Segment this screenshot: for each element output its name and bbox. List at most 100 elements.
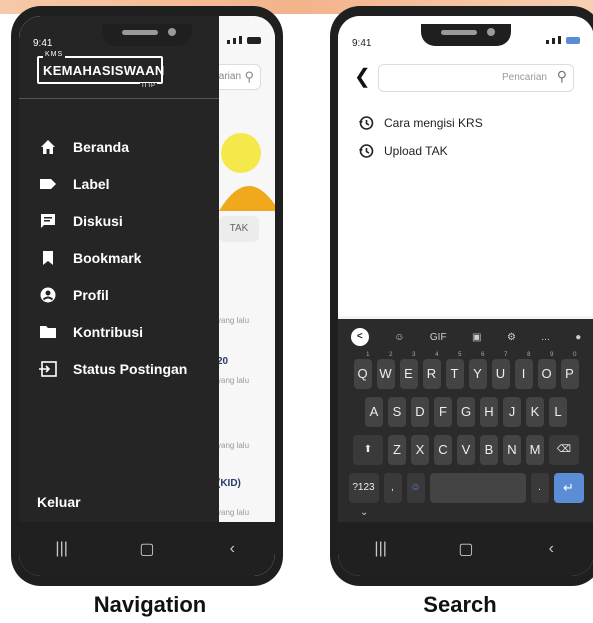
letter-key[interactable]: D bbox=[411, 397, 429, 427]
key-label: Y bbox=[473, 366, 482, 381]
key-label: J bbox=[508, 404, 516, 419]
back-icon[interactable]: ‹ bbox=[212, 540, 252, 558]
logout-button[interactable]: Keluar bbox=[37, 494, 81, 510]
bookmark-icon bbox=[37, 249, 59, 267]
menu-item-status-postingan[interactable]: Status Postingan bbox=[37, 350, 187, 387]
mic-icon[interactable]: ● bbox=[575, 332, 581, 343]
letter-key[interactable]: Q1 bbox=[353, 352, 372, 389]
letter-key[interactable]: H bbox=[480, 397, 498, 427]
logo-sub-text: ITTP bbox=[140, 83, 157, 89]
key-label: H bbox=[484, 404, 494, 419]
menu-item-kontribusi[interactable]: Kontribusi bbox=[37, 313, 187, 350]
back-icon[interactable]: ‹ bbox=[531, 540, 571, 558]
menu-item-label[interactable]: Label bbox=[37, 165, 187, 202]
period-key[interactable]: . bbox=[530, 473, 549, 503]
letter-key[interactable]: B bbox=[480, 435, 498, 465]
keyboard-row-3: ⬆ ZXCVBNM ⌫ bbox=[338, 435, 593, 465]
key-label: Z bbox=[393, 442, 401, 457]
letter-key[interactable]: X bbox=[411, 435, 429, 465]
home-button-icon[interactable]: ▢ bbox=[446, 539, 486, 559]
letter-key[interactable]: Z bbox=[388, 435, 406, 465]
space-key[interactable] bbox=[429, 473, 526, 503]
key-label: E bbox=[404, 366, 413, 381]
letter-key[interactable]: W2 bbox=[376, 352, 395, 389]
letter-key[interactable]: A bbox=[365, 397, 383, 427]
recent-apps-icon[interactable]: ||| bbox=[42, 540, 82, 558]
keyboard-collapse-button[interactable]: < bbox=[350, 328, 369, 346]
menu-item-bookmark[interactable]: Bookmark bbox=[37, 239, 187, 276]
settings-icon[interactable]: ⚙ bbox=[507, 332, 516, 343]
home-button-icon[interactable]: ▢ bbox=[127, 539, 167, 559]
back-arrow-icon[interactable]: ❮ bbox=[354, 64, 371, 89]
gif-button[interactable]: GIF bbox=[430, 332, 447, 343]
search-icon: ⚲ bbox=[556, 68, 567, 84]
menu-item-profil[interactable]: Profil bbox=[37, 276, 187, 313]
menu-label: Diskusi bbox=[73, 212, 123, 229]
menu-label: Bookmark bbox=[73, 249, 142, 266]
letter-key[interactable]: K bbox=[526, 397, 544, 427]
clipboard-icon[interactable]: ▣ bbox=[472, 332, 481, 343]
key-label: T bbox=[450, 366, 459, 381]
letter-key[interactable]: T5 bbox=[445, 352, 464, 389]
feed-item-title[interactable]: (KID) bbox=[217, 478, 241, 489]
letter-key[interactable]: U7 bbox=[491, 352, 510, 389]
recent-search-item[interactable]: Cara mengisi KRS bbox=[358, 115, 483, 131]
letter-key[interactable]: P0 bbox=[560, 352, 579, 389]
backspace-key[interactable]: ⌫ bbox=[549, 435, 579, 465]
android-nav-bar: ||| ▢ ‹ bbox=[19, 522, 275, 576]
on-screen-keyboard: < ☺ GIF ▣ ⚙ ... ● Q1W2E3R4T5Y6U7I8O9P0 A… bbox=[338, 319, 593, 522]
sticker-icon[interactable]: ☺ bbox=[394, 332, 404, 343]
menu-item-beranda[interactable]: Beranda bbox=[37, 128, 187, 165]
letter-key[interactable]: R4 bbox=[422, 352, 441, 389]
letter-key[interactable]: N bbox=[503, 435, 521, 465]
recent-apps-icon[interactable]: ||| bbox=[361, 540, 401, 558]
letter-key[interactable]: J bbox=[503, 397, 521, 427]
search-phone: 9:41 ❮ Pencarian ⚲ Cara mengisi KRS Uplo… bbox=[330, 6, 593, 586]
key-number-hint: 7 bbox=[504, 352, 508, 358]
letter-key[interactable]: O9 bbox=[537, 352, 556, 389]
menu-label: Beranda bbox=[73, 138, 130, 155]
navigation-screen: 9:41 Pencarian ⚲ TAK yang lalu 20 yang l… bbox=[19, 16, 275, 576]
letter-key[interactable]: M bbox=[526, 435, 544, 465]
letter-key[interactable]: G bbox=[457, 397, 475, 427]
symbols-key[interactable]: ?123 bbox=[348, 473, 379, 503]
letter-key[interactable]: E3 bbox=[399, 352, 418, 389]
feed-item-meta: yang lalu bbox=[217, 376, 250, 385]
shift-key[interactable]: ⬆ bbox=[353, 435, 383, 465]
letter-key[interactable]: Y6 bbox=[468, 352, 487, 389]
keyboard-hide-chevron-icon[interactable]: ⌄ bbox=[360, 507, 368, 518]
menu-label: Profil bbox=[73, 286, 109, 303]
letter-key[interactable]: C bbox=[434, 435, 452, 465]
enter-key[interactable]: ↵ bbox=[553, 473, 584, 503]
key-label: O bbox=[541, 366, 552, 381]
phone-notch bbox=[102, 24, 192, 46]
key-label: I bbox=[521, 366, 526, 381]
letter-key[interactable]: I8 bbox=[514, 352, 533, 389]
search-input[interactable]: Pencarian ⚲ bbox=[378, 64, 574, 92]
feed-item-meta: yang lalu bbox=[217, 508, 250, 517]
recent-search-item[interactable]: Upload TAK bbox=[358, 143, 448, 159]
letter-key[interactable]: V bbox=[457, 435, 475, 465]
key-label: F bbox=[439, 404, 447, 419]
exit-to-app-icon bbox=[37, 360, 59, 378]
emoji-key[interactable]: ☺ bbox=[406, 473, 425, 503]
letter-key[interactable]: S bbox=[388, 397, 406, 427]
key-label: N bbox=[507, 442, 517, 457]
search-icon: ⚲ bbox=[244, 69, 254, 84]
key-number-hint: 9 bbox=[550, 352, 554, 358]
category-chip-tak[interactable]: TAK bbox=[219, 216, 259, 242]
key-number-hint: 5 bbox=[458, 352, 462, 358]
menu-item-diskusi[interactable]: Diskusi bbox=[37, 202, 187, 239]
keyboard-toolbar: < ☺ GIF ▣ ⚙ ... ● bbox=[338, 323, 593, 351]
recent-search-label: Upload TAK bbox=[384, 144, 448, 158]
key-label: G bbox=[460, 404, 472, 419]
letter-key[interactable]: F bbox=[434, 397, 452, 427]
key-number-hint: 6 bbox=[481, 352, 485, 358]
key-label: S bbox=[392, 404, 402, 419]
feed-item-meta: yang lalu bbox=[217, 441, 250, 450]
comma-key[interactable]: , bbox=[383, 473, 402, 503]
home-icon bbox=[37, 138, 59, 156]
letter-key[interactable]: L bbox=[549, 397, 567, 427]
search-placeholder: Pencarian bbox=[501, 72, 547, 83]
more-options-button[interactable]: ... bbox=[541, 332, 549, 343]
